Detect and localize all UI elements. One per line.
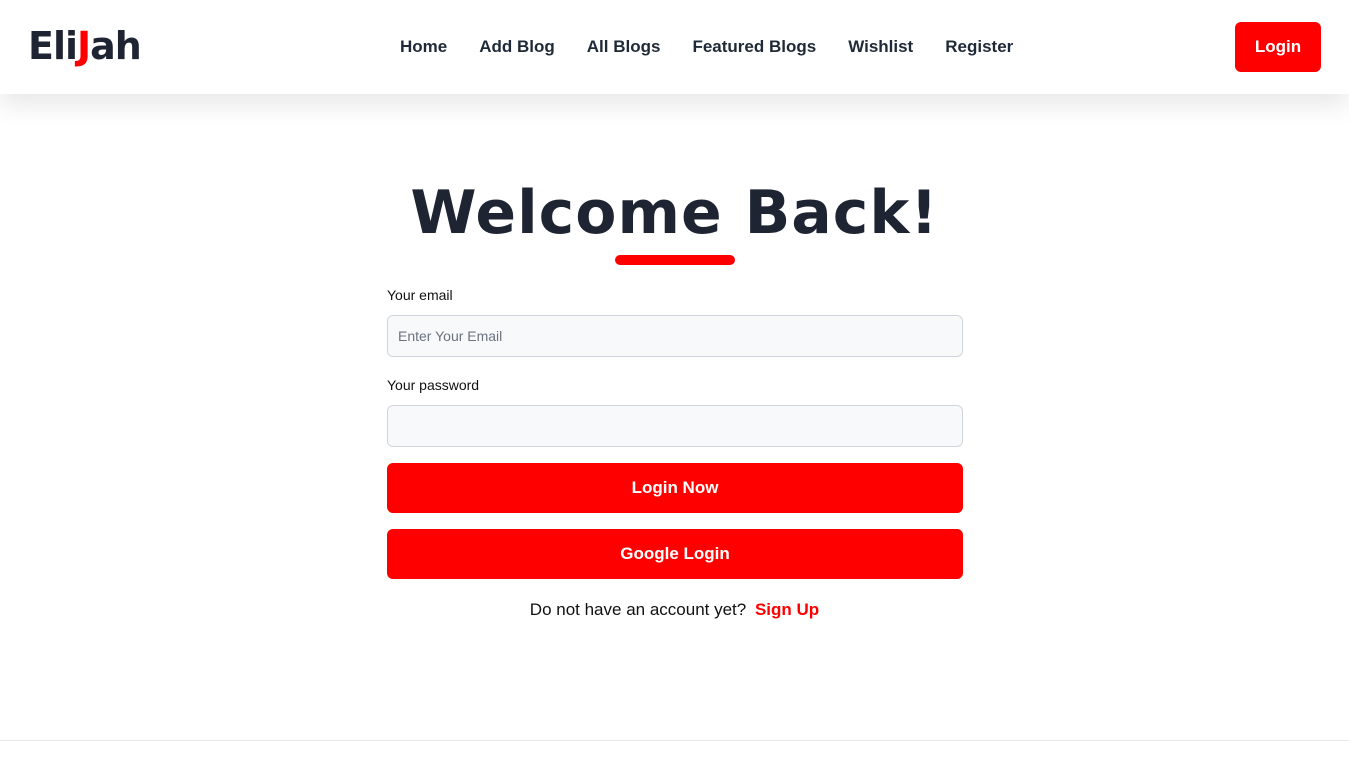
navbar: Eli Jah Home Add Blog All Blogs Featured …	[0, 0, 1349, 94]
title-underline	[615, 255, 735, 265]
login-now-button[interactable]: Login Now	[387, 463, 963, 513]
brand-logo[interactable]: Eli Jah	[28, 24, 142, 68]
nav-link-all-blogs[interactable]: All Blogs	[587, 36, 661, 58]
main-nav: Home Add Blog All Blogs Featured Blogs W…	[400, 36, 1013, 58]
header-login-button[interactable]: Login	[1235, 22, 1321, 72]
signup-link[interactable]: Sign Up	[755, 600, 819, 619]
password-input[interactable]	[387, 405, 963, 447]
email-input[interactable]	[387, 315, 963, 357]
email-label: Your email	[387, 287, 453, 303]
logo-text-accent: J	[77, 24, 91, 68]
nav-link-register[interactable]: Register	[945, 36, 1013, 58]
footer-divider	[0, 740, 1349, 741]
nav-link-wishlist[interactable]: Wishlist	[848, 36, 913, 58]
nav-link-add-blog[interactable]: Add Blog	[479, 36, 555, 58]
nav-link-home[interactable]: Home	[400, 36, 447, 58]
google-login-button[interactable]: Google Login	[387, 529, 963, 579]
logo-text-right: ah	[90, 24, 142, 68]
signup-prompt-line: Do not have an account yet? Sign Up	[0, 600, 1349, 620]
password-label: Your password	[387, 377, 480, 393]
nav-link-featured-blogs[interactable]: Featured Blogs	[692, 36, 816, 58]
page-title: Welcome Back!	[410, 178, 939, 248]
logo-text-left: Eli	[28, 24, 78, 68]
signup-prompt-text: Do not have an account yet?	[529, 600, 747, 619]
